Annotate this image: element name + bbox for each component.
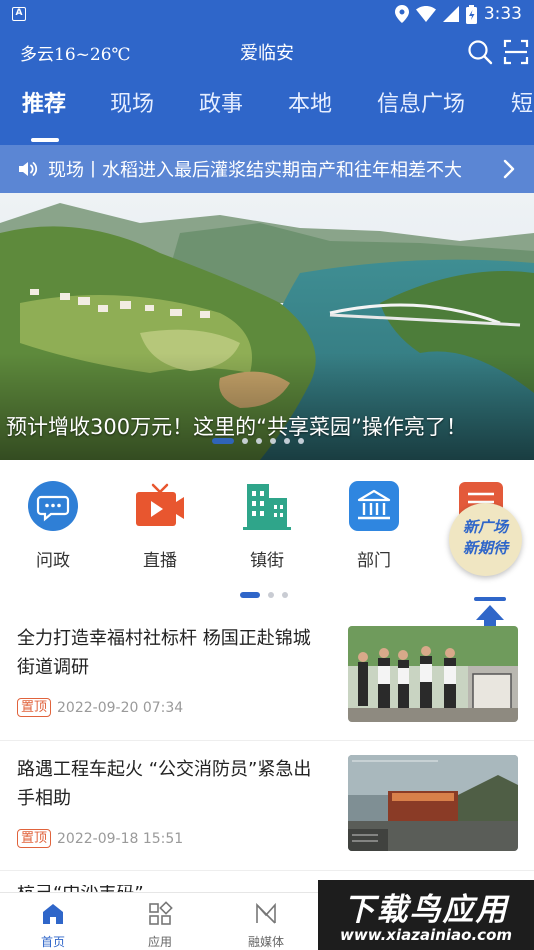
status-time: 3:33 bbox=[483, 4, 522, 24]
search-icon bbox=[468, 40, 493, 65]
quick-entry-label: 部门 bbox=[357, 551, 391, 571]
app-title: 爱临安 bbox=[240, 43, 294, 64]
pager-dot[interactable] bbox=[242, 438, 248, 444]
quick-entry-department[interactable]: 部门 bbox=[329, 480, 419, 571]
location-icon bbox=[394, 5, 409, 23]
pinned-tag: 置顶 bbox=[17, 698, 52, 717]
news-item[interactable]: 全力打造幸福村社标杆 杨国正赴锦城街道调研 置顶 2022-09-20 07:3… bbox=[0, 624, 534, 740]
announcement-text: 现场丨水稻进入最后灌浆结实期亩产和往年相差不大 bbox=[48, 160, 462, 181]
quick-entry-live[interactable]: 直播 bbox=[115, 480, 205, 571]
news-date: 2022-09-18 15:51 bbox=[57, 830, 184, 847]
pinned-tag: 置顶 bbox=[17, 829, 52, 848]
watermark-title: 下载鸟应用 bbox=[343, 892, 509, 928]
live-tv-icon bbox=[136, 483, 184, 526]
watermark-overlay: 下载鸟应用 www.xiazainiao.com bbox=[318, 880, 534, 950]
announcement-bar[interactable]: 现场丨水稻进入最后灌浆结实期亩产和往年相差不大 bbox=[0, 145, 534, 193]
news-thumbnail bbox=[348, 755, 518, 851]
banner-carousel[interactable]: 预计增收300万元！这里的“共享菜园”操作亮了！ bbox=[0, 193, 534, 460]
pager-dot[interactable] bbox=[270, 438, 276, 444]
buildings-icon bbox=[243, 484, 291, 530]
wifi-icon bbox=[415, 6, 436, 22]
chat-bubble-icon bbox=[28, 481, 78, 531]
battery-charging-icon bbox=[465, 4, 477, 24]
officials-visit-photo bbox=[348, 626, 518, 722]
status-bar: A 3:33 bbox=[0, 0, 534, 28]
banner-pager bbox=[212, 438, 304, 444]
home-icon bbox=[43, 904, 63, 924]
government-building-icon bbox=[349, 481, 399, 531]
speaker-icon bbox=[19, 162, 38, 176]
pager-dot[interactable] bbox=[268, 592, 274, 598]
watermark-url: www.xiazainiao.com bbox=[339, 926, 513, 944]
nav-media[interactable]: 融媒体 bbox=[236, 901, 296, 950]
nav-label: 首页 bbox=[40, 935, 65, 949]
header: A 3:33 多云16~26℃ 爱临安 推荐 现场 政事 本地 信息广场 短 bbox=[0, 0, 534, 145]
quick-entry-label: 问政 bbox=[36, 551, 70, 571]
pager-dot[interactable] bbox=[212, 438, 234, 444]
divider bbox=[0, 870, 534, 871]
news-item[interactable]: 路遇工程车起火 “公交消防员”紧急出手相助 置顶 2022-09-18 15:5… bbox=[0, 755, 534, 870]
tab-info-square[interactable]: 信息广场 bbox=[377, 86, 465, 118]
news-title: 路遇工程车起火 “公交消防员”紧急出手相助 bbox=[17, 759, 312, 809]
nav-label: 融媒体 bbox=[247, 935, 284, 949]
badge-line-2: 新期待 bbox=[462, 539, 508, 557]
nav-label: 应用 bbox=[147, 935, 172, 949]
pager-dot[interactable] bbox=[256, 438, 262, 444]
news-thumbnail bbox=[348, 626, 518, 722]
signal-icon bbox=[442, 6, 459, 22]
active-tab-indicator bbox=[31, 138, 59, 142]
tab-local[interactable]: 本地 bbox=[288, 86, 332, 118]
news-date: 2022-09-20 07:34 bbox=[57, 699, 184, 716]
nav-home[interactable]: 首页 bbox=[23, 901, 83, 950]
media-icon bbox=[256, 902, 276, 924]
tab-politics[interactable]: 政事 bbox=[199, 86, 243, 118]
tab-recommend[interactable]: 推荐 bbox=[22, 86, 66, 118]
news-title: 全力打造幸福村社标杆 杨国正赴锦城街道调研 bbox=[17, 628, 311, 678]
banner-caption: 预计增收300万元！这里的“共享菜园”操作亮了！ bbox=[6, 415, 467, 439]
nav-apps[interactable]: 应用 bbox=[130, 901, 190, 950]
apps-grid-icon bbox=[149, 901, 173, 925]
pager-dot[interactable] bbox=[284, 438, 290, 444]
tab-short[interactable]: 短 bbox=[511, 86, 533, 118]
divider bbox=[0, 740, 534, 741]
pager-dot[interactable] bbox=[298, 438, 304, 444]
quick-entry-pager bbox=[240, 592, 288, 598]
notification-icon: A bbox=[12, 7, 26, 21]
badge-line-1: 新广场 bbox=[462, 518, 508, 536]
pager-dot[interactable] bbox=[240, 592, 260, 598]
scan-icon bbox=[503, 39, 529, 65]
search-button[interactable] bbox=[466, 38, 494, 66]
scan-button[interactable] bbox=[502, 38, 530, 66]
quick-entry-wenzheng[interactable]: 问政 bbox=[8, 480, 98, 571]
pager-dot[interactable] bbox=[282, 592, 288, 598]
weather-text[interactable]: 多云16~26℃ bbox=[20, 40, 131, 65]
chevron-right-icon[interactable] bbox=[502, 158, 516, 180]
category-tabs: 推荐 现场 政事 本地 信息广场 短 bbox=[0, 86, 534, 134]
new-square-floating-badge[interactable]: 新广场 新期待 bbox=[449, 503, 522, 576]
quick-entry-label: 镇街 bbox=[250, 551, 284, 571]
tab-scene[interactable]: 现场 bbox=[110, 86, 154, 118]
bus-dashcam-photo bbox=[348, 755, 518, 851]
quick-entry-town[interactable]: 镇街 bbox=[222, 480, 312, 571]
app-screen: A 3:33 多云16~26℃ 爱临安 推荐 现场 政事 本地 信息广场 短 现… bbox=[0, 0, 534, 950]
quick-entry-label: 直播 bbox=[143, 551, 177, 571]
